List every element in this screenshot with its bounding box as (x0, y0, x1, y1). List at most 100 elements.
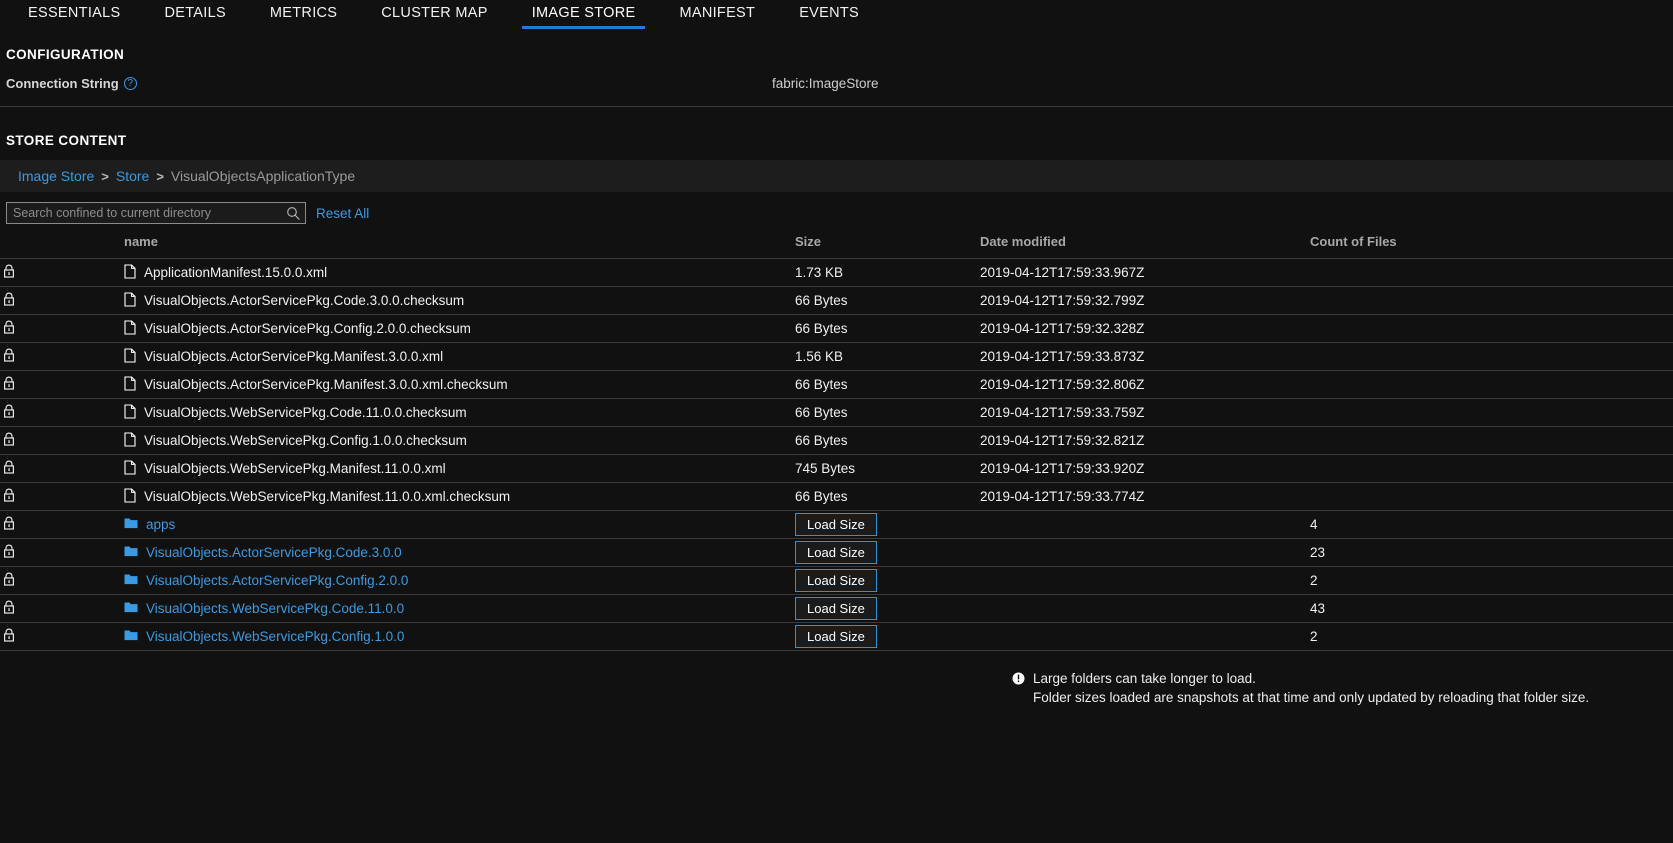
cell-date-modified (980, 566, 1310, 595)
cell-name: VisualObjects.WebServicePkg.Code.11.0.0.… (62, 398, 795, 427)
cell-count-of-files: 43 (1310, 594, 1673, 623)
lock-icon (0, 398, 62, 427)
lock-icon (0, 426, 62, 455)
lock-icon (0, 594, 62, 623)
file-name-label: VisualObjects.WebServicePkg.Code.11.0.0.… (144, 405, 467, 420)
footnote-line-2: Folder sizes loaded are snapshots at tha… (1033, 690, 1590, 705)
load-size-button[interactable]: Load Size (795, 513, 877, 536)
table-row: VisualObjects.ActorServicePkg.Config.2.0… (0, 566, 1673, 595)
folder-icon[interactable] (124, 573, 138, 588)
file-name-label: VisualObjects.WebServicePkg.Manifest.11.… (144, 489, 511, 504)
column-header-name: name (62, 234, 795, 259)
lock-icon (0, 258, 62, 287)
folder-icon[interactable] (124, 545, 138, 560)
cell-name: VisualObjects.WebServicePkg.Manifest.11.… (62, 454, 795, 483)
table-row: VisualObjects.WebServicePkg.Config.1.0.0… (0, 622, 1673, 651)
reset-all-button[interactable]: Reset All (316, 206, 369, 221)
cell-size: 66 Bytes (795, 286, 980, 315)
table-row: VisualObjects.WebServicePkg.Manifest.11.… (0, 482, 1673, 511)
breadcrumb-item-1[interactable]: Store (116, 168, 149, 184)
cell-date-modified: 2019-04-12T17:59:33.774Z (980, 482, 1310, 511)
cell-date-modified: 2019-04-12T17:59:32.328Z (980, 314, 1310, 343)
cell-count-of-files: 2 (1310, 566, 1673, 595)
lock-icon (0, 314, 62, 343)
cell-count-of-files (1310, 286, 1673, 315)
file-name-label: VisualObjects.ActorServicePkg.Config.2.0… (144, 321, 471, 336)
search-toolbar: Reset All (0, 202, 1673, 224)
table-row: ApplicationManifest.15.0.0.xml 1.73 KB 201… (0, 258, 1673, 287)
table-row: VisualObjects.WebServicePkg.Code.11.0.0 L… (0, 594, 1673, 623)
tab-essentials[interactable]: ESSENTIALS (6, 0, 142, 33)
cell-size: Load Size (795, 566, 980, 595)
breadcrumb-separator: > (156, 168, 164, 184)
tab-image-store[interactable]: IMAGE STORE (510, 0, 658, 33)
folder-name-link[interactable]: VisualObjects.ActorServicePkg.Config.2.0… (146, 573, 408, 588)
tab-bar: ESSENTIALS DETAILS METRICS CLUSTER MAP IMAGE… (0, 0, 1673, 33)
tab-events[interactable]: EVENTS (777, 0, 881, 33)
table-header-row: name Size Date modified Count of Files (0, 234, 1673, 259)
lock-icon (0, 370, 62, 399)
file-name-label: VisualObjects.ActorServicePkg.Code.3.0.0… (144, 293, 465, 308)
folder-icon[interactable] (124, 601, 138, 616)
breadcrumb-item-2: VisualObjectsApplicationType (170, 168, 356, 184)
folder-name-link[interactable]: apps (146, 517, 175, 532)
lock-icon (0, 538, 62, 567)
cell-count-of-files: 23 (1310, 538, 1673, 567)
table-row: VisualObjects.ActorServicePkg.Code.3.0.0… (0, 286, 1673, 315)
cell-date-modified: 2019-04-12T17:59:33.759Z (980, 398, 1310, 427)
file-name-label: VisualObjects.ActorServicePkg.Manifest.3… (144, 377, 508, 392)
folder-icon[interactable] (124, 517, 138, 532)
cell-name: VisualObjects.WebServicePkg.Code.11.0.0 (62, 594, 795, 623)
load-size-button[interactable]: Load Size (795, 625, 877, 648)
file-name-label: VisualObjects.WebServicePkg.Manifest.11.… (144, 461, 446, 476)
file-name-label: VisualObjects.WebServicePkg.Config.1.0.0… (144, 433, 467, 448)
folder-name-link[interactable]: VisualObjects.WebServicePkg.Config.1.0.0 (146, 629, 404, 644)
load-size-button[interactable]: Load Size (795, 541, 877, 564)
tab-metrics[interactable]: METRICS (248, 0, 359, 33)
lock-icon (0, 454, 62, 483)
load-size-button[interactable]: Load Size (795, 569, 877, 592)
cell-size: Load Size (795, 594, 980, 623)
connection-string-value: fabric:ImageStore (772, 76, 879, 91)
tab-manifest[interactable]: MANIFEST (657, 0, 777, 33)
file-name-label: ApplicationManifest.15.0.0.xml (144, 265, 328, 280)
cell-count-of-files: 4 (1310, 510, 1673, 539)
magnifier-icon[interactable] (286, 206, 301, 221)
lock-icon (0, 482, 62, 511)
file-icon (124, 291, 136, 310)
cell-date-modified (980, 510, 1310, 539)
cell-count-of-files (1310, 342, 1673, 371)
cell-count-of-files (1310, 370, 1673, 399)
cell-count-of-files: 2 (1310, 622, 1673, 651)
table-row: VisualObjects.WebServicePkg.Config.1.0.0… (0, 426, 1673, 455)
cell-count-of-files (1310, 426, 1673, 455)
folder-name-link[interactable]: VisualObjects.WebServicePkg.Code.11.0.0 (146, 601, 404, 616)
connection-string-row: Connection String ? fabric:ImageStore (0, 74, 1673, 107)
load-size-button[interactable]: Load Size (795, 597, 877, 620)
search-input[interactable] (7, 203, 305, 223)
cell-size: Load Size (795, 622, 980, 651)
cell-count-of-files (1310, 258, 1673, 287)
folder-name-link[interactable]: VisualObjects.ActorServicePkg.Code.3.0.0 (146, 545, 402, 560)
lock-icon (0, 510, 62, 539)
cell-count-of-files (1310, 314, 1673, 343)
cell-count-of-files (1310, 482, 1673, 511)
cell-date-modified (980, 594, 1310, 623)
file-icon (124, 375, 136, 394)
table-row: VisualObjects.ActorServicePkg.Config.2.0… (0, 314, 1673, 343)
search-box[interactable] (6, 202, 306, 224)
cell-name: VisualObjects.WebServicePkg.Config.1.0.0 (62, 622, 795, 651)
table-row: VisualObjects.WebServicePkg.Manifest.11.… (0, 454, 1673, 483)
file-icon (124, 459, 136, 478)
folder-icon[interactable] (124, 629, 138, 644)
breadcrumb-item-0[interactable]: Image Store (18, 168, 94, 184)
tab-cluster-map[interactable]: CLUSTER MAP (359, 0, 509, 33)
lock-icon (0, 342, 62, 371)
question-mark-icon[interactable]: ? (123, 77, 137, 90)
file-icon (124, 403, 136, 422)
cell-date-modified: 2019-04-12T17:59:32.806Z (980, 370, 1310, 399)
cell-size: 66 Bytes (795, 482, 980, 511)
tab-details[interactable]: DETAILS (142, 0, 247, 33)
cell-date-modified (980, 538, 1310, 567)
cell-date-modified: 2019-04-12T17:59:33.920Z (980, 454, 1310, 483)
